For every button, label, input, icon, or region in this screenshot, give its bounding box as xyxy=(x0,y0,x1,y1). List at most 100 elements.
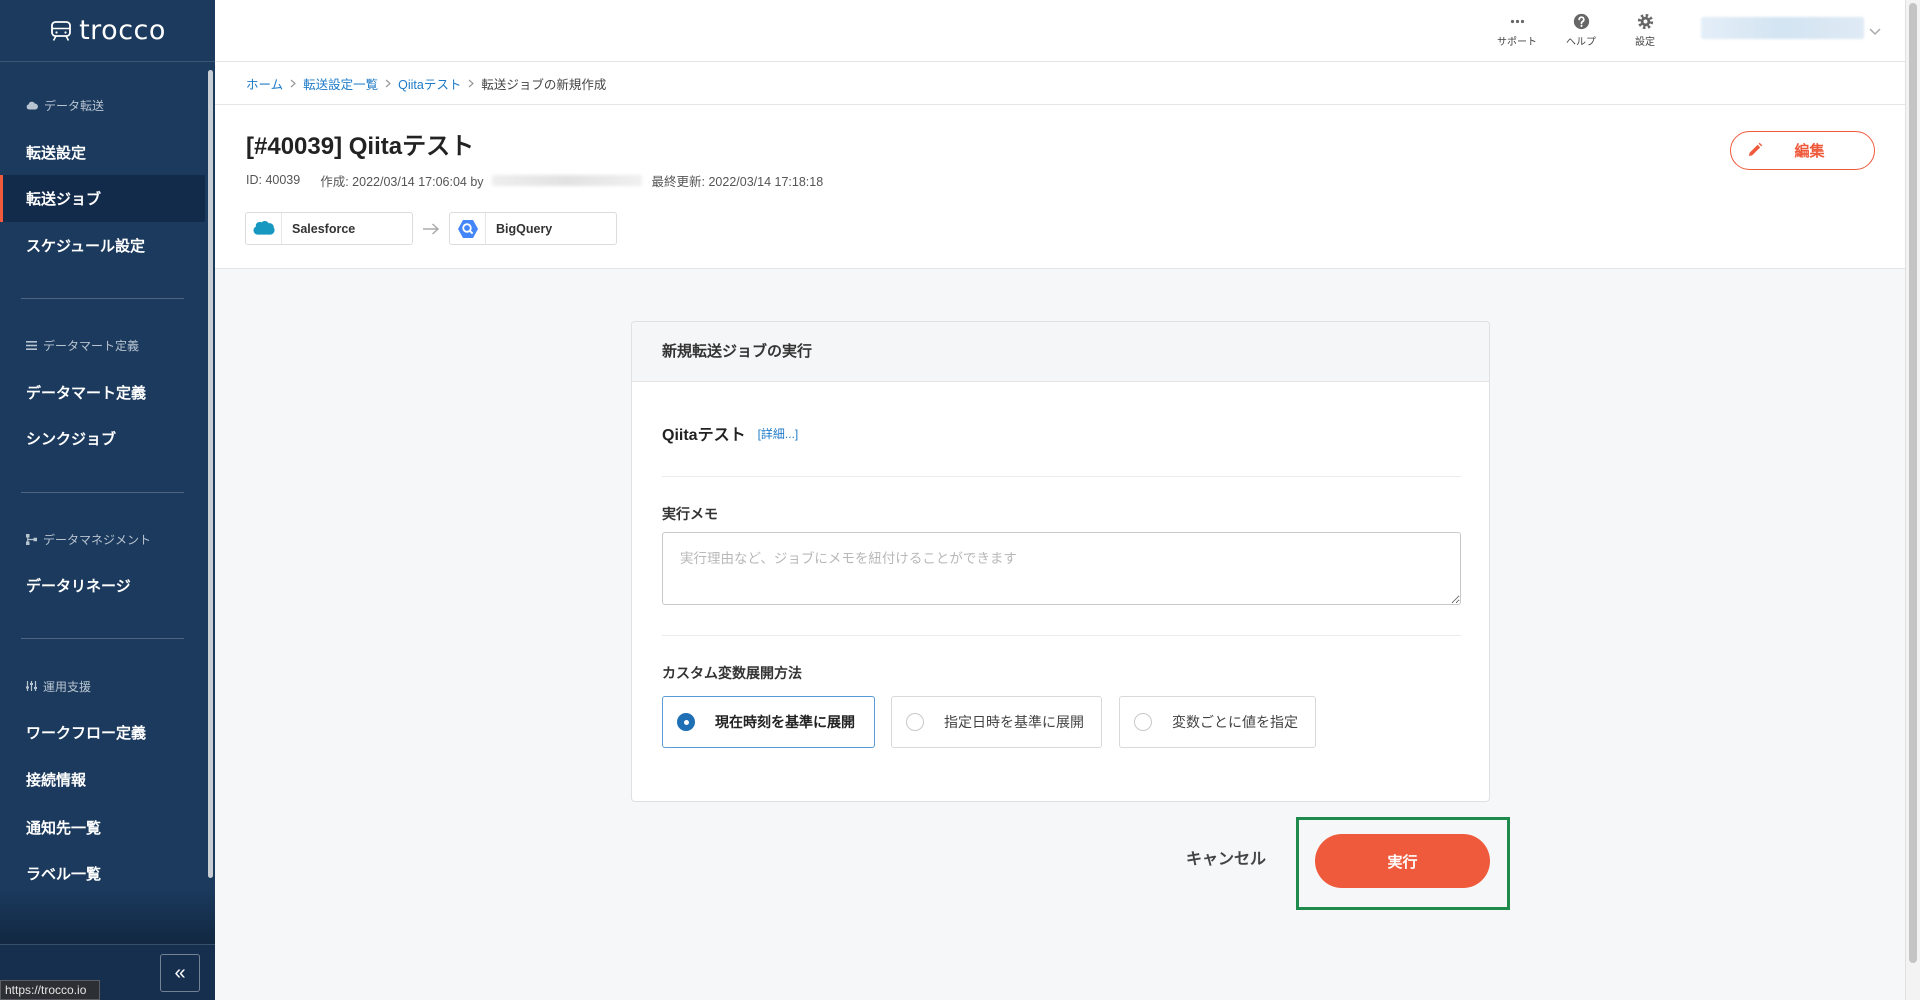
sidebar-item-label: 通知先一覧 xyxy=(26,819,102,837)
bigquery-icon xyxy=(457,219,478,238)
breadcrumb-home[interactable]: ホーム xyxy=(246,74,283,93)
support-button[interactable]: サポート xyxy=(1487,13,1547,51)
card-divider xyxy=(662,635,1461,636)
section-header-data-management: データマネジメント xyxy=(26,531,151,547)
cloud-icon xyxy=(26,101,38,109)
job-name-row: Qiitaテスト [詳細...] xyxy=(662,422,799,445)
section-header-label: データ転送 xyxy=(44,98,105,113)
browser-status-url: https://trocco.io xyxy=(0,980,100,1000)
user-name-redacted xyxy=(1701,17,1864,39)
help-label: ヘルプ xyxy=(1566,37,1596,48)
breadcrumb-current: 転送ジョブの新規作成 xyxy=(481,77,607,92)
section-header-label: データマネジメント xyxy=(43,532,152,547)
job-name: Qiitaテスト xyxy=(662,427,746,444)
list-icon xyxy=(26,340,37,350)
sidebar-item-data-lineage[interactable]: データリネージ xyxy=(0,562,205,608)
sidebar-item-transfer-settings[interactable]: 転送設定 xyxy=(0,129,205,175)
chevron-right-icon xyxy=(290,79,297,87)
support-label: サポート xyxy=(1497,37,1537,48)
gear-icon xyxy=(1637,13,1653,30)
option-label: 変数ごとに値を指定 xyxy=(1172,714,1298,730)
custom-variable-label: カスタム変数展開方法 xyxy=(662,665,802,681)
section-header-datamart: データマート定義 xyxy=(26,337,139,353)
cancel-button[interactable]: キャンセル xyxy=(1171,848,1281,872)
breadcrumb-transfer-settings[interactable]: 転送設定一覧 xyxy=(303,74,378,93)
connector-route: Salesforce BigQuery xyxy=(245,212,617,245)
breadcrumb: ホーム 転送設定一覧 Qiitaテスト 転送ジョブの新規作成 xyxy=(215,62,1905,105)
edit-button-label: 編集 xyxy=(1794,143,1825,160)
execute-button[interactable]: 実行 xyxy=(1315,834,1490,888)
sidebar-item-transfer-jobs[interactable]: 転送ジョブ xyxy=(0,175,205,222)
help-icon xyxy=(1573,13,1589,30)
chevron-right-icon xyxy=(468,79,475,87)
section-header-label: データマート定義 xyxy=(43,338,140,353)
card-title: 新規転送ジョブの実行 xyxy=(632,322,1489,382)
sidebar-item-label: 転送設定 xyxy=(26,144,87,162)
destination-connector: BigQuery xyxy=(449,212,617,245)
job-id: ID: 40039 xyxy=(246,173,301,187)
train-icon xyxy=(51,20,71,41)
sidebar-scrollbar[interactable] xyxy=(208,70,213,878)
job-meta: ID: 40039 作成: 2022/03/14 17:06:04 by 最終更… xyxy=(246,172,824,189)
sidebar-item-label: シンクジョブ xyxy=(26,430,117,448)
detail-link[interactable]: [詳細...] xyxy=(758,425,799,442)
sidebar-item-label: スケジュール設定 xyxy=(26,237,145,255)
chevron-right-icon xyxy=(385,79,392,87)
created-info: 作成: 2022/03/14 17:06:04 by xyxy=(320,174,484,189)
sidebar-item-schedule-settings[interactable]: スケジュール設定 xyxy=(0,222,205,268)
sidebar-fade xyxy=(0,888,215,944)
top-header: サポート ヘルプ 設定 xyxy=(215,0,1905,62)
logo[interactable]: trocco xyxy=(0,0,215,62)
updated-info: 最終更新: 2022/03/14 17:18:18 xyxy=(651,174,824,189)
page-title: [#40039] Qiitaテスト xyxy=(246,133,475,160)
breadcrumb-job-setting[interactable]: Qiitaテスト xyxy=(398,74,461,93)
sidebar-divider xyxy=(21,638,184,639)
edit-button[interactable]: 編集 xyxy=(1730,131,1875,170)
radio-button[interactable] xyxy=(677,713,695,731)
option-current-time[interactable]: 現在時刻を基準に展開 xyxy=(662,696,875,748)
sidebar-item-label: データマート定義 xyxy=(26,384,147,402)
salesforce-icon xyxy=(252,220,275,235)
sliders-icon xyxy=(26,681,37,691)
option-per-variable[interactable]: 変数ごとに値を指定 xyxy=(1119,696,1316,748)
pencil-icon xyxy=(1749,142,1763,156)
logo-text: trocco xyxy=(79,15,166,46)
sidebar-item-label: 転送ジョブ xyxy=(26,191,102,208)
sidebar-item-datamart-definitions[interactable]: データマート定義 xyxy=(0,369,205,415)
sidebar-item-notification-targets[interactable]: 通知先一覧 xyxy=(0,804,205,850)
chevron-down-icon[interactable] xyxy=(1869,28,1881,36)
sidebar-divider xyxy=(21,298,184,299)
destination-connector-label: BigQuery xyxy=(496,221,553,236)
radio-button[interactable] xyxy=(906,713,924,731)
sidebar-item-sync-jobs[interactable]: シンクジョブ xyxy=(0,415,205,461)
radio-button[interactable] xyxy=(1134,713,1152,731)
more-icon xyxy=(1510,19,1524,24)
memo-input[interactable] xyxy=(662,532,1461,605)
execute-button-label: 実行 xyxy=(1387,853,1418,871)
sidebar-item-label: ラベル一覧 xyxy=(26,865,102,883)
sidebar-item-label: ワークフロー定義 xyxy=(26,724,147,742)
settings-button[interactable]: 設定 xyxy=(1615,13,1675,51)
sidebar: trocco データ転送 転送設定 転送ジョブ スケジュール設定 データマート定… xyxy=(0,0,215,1000)
sidebar-item-label: データリネージ xyxy=(26,577,131,595)
lineage-icon xyxy=(26,533,37,545)
source-connector-label: Salesforce xyxy=(292,221,356,236)
run-job-card: 新規転送ジョブの実行 Qiitaテスト [詳細...] 実行メモ カスタム変数展… xyxy=(631,321,1490,802)
sidebar-item-label: 接続情報 xyxy=(26,771,87,789)
card-divider xyxy=(662,476,1461,477)
page-scrollbar[interactable] xyxy=(1905,0,1920,1000)
collapse-sidebar-button[interactable]: « xyxy=(160,954,200,992)
option-specified-time[interactable]: 指定日時を基準に展開 xyxy=(891,696,1102,748)
sidebar-item-connections[interactable]: 接続情報 xyxy=(0,756,205,802)
page-scrollbar-thumb[interactable] xyxy=(1909,3,1917,963)
section-header-data-transfer: データ転送 xyxy=(26,97,104,113)
help-button[interactable]: ヘルプ xyxy=(1551,13,1611,51)
section-header-operations: 運用支援 xyxy=(26,678,91,694)
memo-label: 実行メモ xyxy=(662,506,718,522)
section-header-label: 運用支援 xyxy=(43,679,92,694)
job-header: [#40039] Qiitaテスト ID: 40039 作成: 2022/03/… xyxy=(215,105,1905,269)
option-label: 指定日時を基準に展開 xyxy=(944,714,1084,730)
arrow-right-icon xyxy=(423,222,440,235)
sidebar-divider xyxy=(21,492,184,493)
sidebar-item-workflow-definitions[interactable]: ワークフロー定義 xyxy=(0,709,205,755)
